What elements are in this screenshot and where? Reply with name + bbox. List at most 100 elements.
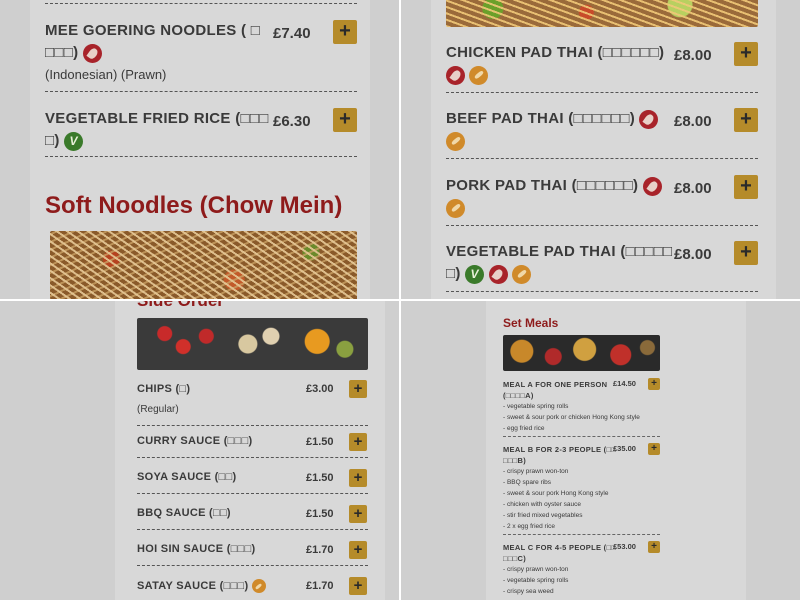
item-name: CHICKEN PAD THAI (□□□□□□) bbox=[446, 44, 665, 61]
item-price: £53.00 bbox=[613, 542, 636, 551]
nut-icon bbox=[512, 264, 532, 284]
item-name: SATAY SAUCE (□□□) bbox=[137, 579, 249, 592]
item-name: MEAL A FOR ONE PERSON bbox=[503, 380, 608, 389]
menu-panel: CHICKEN PAD THAI (□□□□□□) £8.00 + BEEF P… bbox=[431, 0, 776, 299]
item-name-cont: □□□) bbox=[45, 44, 79, 61]
divider bbox=[45, 3, 357, 4]
menu-item-pork-pad-thai: PORK PAD THAI (□□□□□□) £8.00 + bbox=[446, 175, 758, 226]
add-to-cart-button[interactable]: + bbox=[349, 380, 367, 398]
desc-line: - sweet & sour pork Hong Kong style bbox=[503, 490, 609, 497]
desc-line: - sweet & sour pork or chicken Hong Kong… bbox=[503, 414, 640, 421]
item-description: - vegetable spring rolls - sweet & sour … bbox=[503, 401, 640, 434]
add-to-cart-button[interactable]: + bbox=[648, 541, 660, 553]
menu-panel: Set Meals MEAL A FOR ONE PERSON (□□□□A) … bbox=[486, 301, 746, 600]
nut-icon bbox=[251, 579, 266, 593]
item-name: MEAL C FOR 4-5 PEOPLE (□□ bbox=[503, 543, 617, 552]
item-price: £8.00 bbox=[674, 47, 712, 64]
add-to-cart-button[interactable]: + bbox=[648, 378, 660, 390]
item-name-cont: □) bbox=[45, 132, 60, 149]
item-name: HOI SIN SAUCE (□□□) bbox=[137, 543, 256, 555]
quadrant-divider-horizontal bbox=[0, 299, 800, 301]
menu-panel: MEE GOERING NOODLES ( □ □□□) (Indonesian… bbox=[30, 0, 370, 299]
set-meals-image bbox=[503, 335, 660, 371]
item-name-cont: □□□B) bbox=[503, 456, 527, 465]
item-subtitle: (Regular) bbox=[137, 404, 179, 415]
item-name: VEGETABLE PAD THAI (□□□□□ bbox=[446, 243, 673, 260]
chili-icon bbox=[446, 65, 465, 85]
item-price: £35.00 bbox=[613, 444, 636, 453]
item-price: £8.00 bbox=[674, 113, 712, 130]
section-title: Side Order bbox=[137, 301, 224, 311]
nut-icon bbox=[446, 131, 465, 151]
pad-thai-image bbox=[446, 0, 758, 27]
add-to-cart-button[interactable]: + bbox=[349, 433, 367, 451]
item-description: - crispy prawn won-ton - vegetable sprin… bbox=[503, 564, 568, 597]
chili-icon bbox=[639, 109, 659, 129]
item-name: BBQ SAUCE (□□) bbox=[137, 507, 231, 519]
add-to-cart-button[interactable]: + bbox=[734, 42, 758, 66]
desc-line: - crispy prawn won-ton bbox=[503, 566, 569, 573]
desc-line: - crispy sea weed bbox=[503, 588, 554, 595]
item-price: £7.40 bbox=[273, 25, 311, 42]
add-to-cart-button[interactable]: + bbox=[734, 175, 758, 199]
menu-item-meal-c: MEAL C FOR 4-5 PEOPLE (□□ □□□C) £53.00 +… bbox=[503, 541, 660, 600]
item-price: £1.70 bbox=[306, 544, 334, 556]
chili-icon bbox=[488, 264, 508, 284]
desc-line: - vegetable spring rolls bbox=[503, 403, 569, 410]
item-name: MEE GOERING NOODLES ( □ bbox=[45, 22, 261, 39]
menu-item-meal-b: MEAL B FOR 2-3 PEOPLE (□□ □□□B) £35.00 +… bbox=[503, 443, 660, 535]
item-name-cont: (□□□□A) bbox=[503, 391, 534, 400]
item-price: £1.50 bbox=[306, 472, 334, 484]
item-name: SOYA SAUCE (□□) bbox=[137, 471, 237, 483]
section-title: Set Meals bbox=[503, 316, 559, 330]
menu-item-chicken-pad-thai: CHICKEN PAD THAI (□□□□□□) £8.00 + bbox=[446, 42, 758, 93]
screenshot-grid: MEE GOERING NOODLES ( □ □□□) (Indonesian… bbox=[0, 0, 800, 600]
desc-line: - BBQ spare ribs bbox=[503, 479, 552, 486]
menu-item-curry-sauce: CURRY SAUCE (□□□) £1.50 + bbox=[137, 433, 368, 458]
item-name: VEGETABLE FRIED RICE (□□□ bbox=[45, 110, 269, 127]
item-price: £14.50 bbox=[613, 379, 636, 388]
item-price: £6.30 bbox=[273, 113, 311, 130]
desc-line: - vegetable spring rolls bbox=[503, 577, 569, 584]
nut-icon bbox=[469, 65, 489, 85]
chili-icon bbox=[642, 176, 662, 196]
menu-item-vegetable-pad-thai: VEGETABLE PAD THAI (□□□□□ □) V £8.00 + bbox=[446, 241, 758, 292]
vegetarian-icon: V bbox=[465, 264, 485, 284]
item-description: - crispy prawn won-ton - BBQ spare ribs … bbox=[503, 466, 609, 532]
menu-item-vegetable-fried-rice: VEGETABLE FRIED RICE (□□□ □) V £6.30 + bbox=[45, 108, 357, 157]
item-price: £1.50 bbox=[306, 436, 334, 448]
add-to-cart-button[interactable]: + bbox=[349, 505, 367, 523]
menu-item-satay-sauce: SATAY SAUCE (□□□) £1.70 + bbox=[137, 577, 368, 600]
add-to-cart-button[interactable]: + bbox=[349, 577, 367, 595]
item-price: £8.00 bbox=[674, 180, 712, 197]
add-to-cart-button[interactable]: + bbox=[648, 443, 660, 455]
menu-item-bbq-sauce: BBQ SAUCE (□□) £1.50 + bbox=[137, 505, 368, 530]
vegetarian-icon: V bbox=[64, 131, 84, 151]
add-to-cart-button[interactable]: + bbox=[349, 541, 367, 559]
desc-line: - chicken with oyster sauce bbox=[503, 501, 582, 508]
add-to-cart-button[interactable]: + bbox=[734, 108, 758, 132]
item-name: PORK PAD THAI (□□□□□□) bbox=[446, 177, 639, 194]
quadrant-pad-thai: CHICKEN PAD THAI (□□□□□□) £8.00 + BEEF P… bbox=[401, 0, 800, 299]
menu-item-meal-a: MEAL A FOR ONE PERSON (□□□□A) £14.50 + -… bbox=[503, 378, 660, 437]
menu-item-beef-pad-thai: BEEF PAD THAI (□□□□□□) £8.00 + bbox=[446, 108, 758, 159]
item-name-cont: □□□C) bbox=[503, 554, 527, 563]
chili-icon bbox=[82, 43, 102, 63]
item-price: £1.50 bbox=[306, 508, 334, 520]
menu-item-hoi-sin-sauce: HOI SIN SAUCE (□□□) £1.70 + bbox=[137, 541, 368, 566]
item-name: CURRY SAUCE (□□□) bbox=[137, 435, 253, 447]
quadrant-side-order: Side Order CHIPS (□) (Regular) £3.00 + C… bbox=[0, 301, 399, 600]
add-to-cart-button[interactable]: + bbox=[333, 108, 357, 132]
item-subtitle: (Indonesian) (Prawn) bbox=[45, 67, 167, 82]
menu-item-chips: CHIPS (□) (Regular) £3.00 + bbox=[137, 380, 368, 426]
desc-line: - egg fried rice bbox=[503, 425, 545, 432]
quadrant-set-meals: Set Meals MEAL A FOR ONE PERSON (□□□□A) … bbox=[401, 301, 800, 600]
add-to-cart-button[interactable]: + bbox=[333, 20, 357, 44]
add-to-cart-button[interactable]: + bbox=[349, 469, 367, 487]
nut-icon bbox=[446, 198, 465, 218]
desc-line: - 2 x egg fried rice bbox=[503, 523, 556, 530]
menu-panel: Side Order CHIPS (□) (Regular) £3.00 + C… bbox=[115, 301, 385, 600]
add-to-cart-button[interactable]: + bbox=[734, 241, 758, 265]
quadrant-noodles: MEE GOERING NOODLES ( □ □□□) (Indonesian… bbox=[0, 0, 399, 299]
side-order-image bbox=[137, 318, 368, 370]
